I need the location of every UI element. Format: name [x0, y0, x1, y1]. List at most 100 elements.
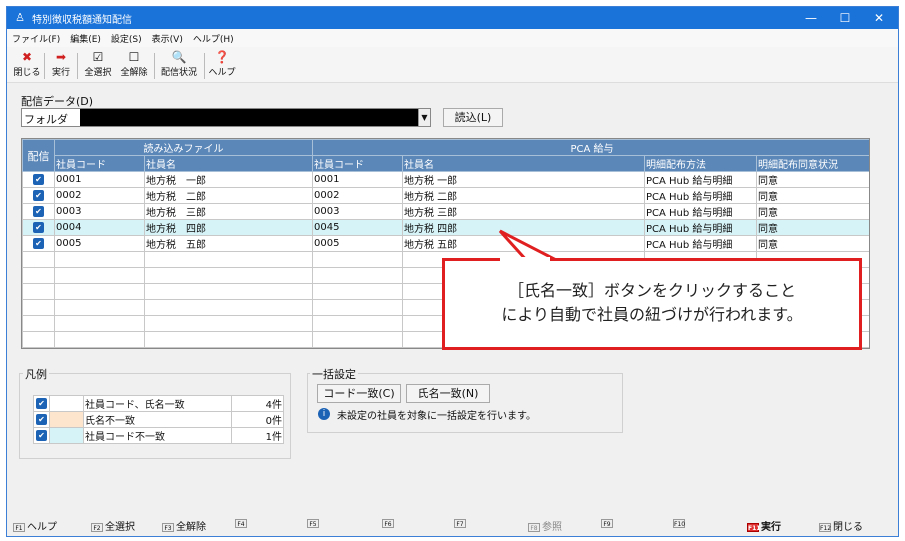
fkey-f12-label: 閉じる — [833, 522, 863, 533]
haishin-checkbox[interactable]: ✔ — [33, 221, 44, 233]
legend-checkbox: ✔ — [36, 429, 47, 441]
fkey-f1-label: ヘルプ — [27, 522, 57, 533]
legend-checkbox: ✔ — [36, 397, 47, 409]
fkey-f7[interactable]: F7 — [454, 518, 468, 529]
fkey-f8[interactable]: F8 参照 — [528, 518, 562, 533]
legend-title: 凡例 — [23, 366, 49, 382]
legend-label: 社員コード、氏名一致 — [83, 395, 232, 412]
legend-row: ✔ 社員コード、氏名一致 4件 — [33, 395, 284, 412]
f7-key-icon: F7 — [454, 518, 466, 528]
toolbar-separator — [77, 53, 78, 79]
toolbar-separator — [44, 53, 45, 79]
f12-key-icon: F12 — [819, 522, 832, 532]
cell-dist-method: PCA Hub 給与明細 — [644, 203, 757, 220]
header-dist-method[interactable]: 明細配布方法 — [644, 155, 757, 172]
menu-settings[interactable]: 設定(S) — [106, 29, 147, 45]
toolbar-deselect-all-button[interactable]: ☐ 全解除 — [117, 50, 151, 80]
header-pca-code[interactable]: 社員コード — [312, 155, 403, 172]
cell-read-code: 0005 — [54, 235, 145, 252]
checkbox-empty-icon: ☐ — [128, 50, 140, 64]
menu-edit[interactable]: 編集(E) — [65, 29, 106, 45]
cell-read-code: 0004 — [54, 219, 145, 236]
cell-dist-method: PCA Hub 給与明細 — [644, 235, 757, 252]
header-dist-consent[interactable]: 明細配布同意状況 — [755, 155, 869, 172]
legend-row: ✔ 氏名不一致 0件 — [33, 411, 284, 428]
cell-dist-consent: 同意 — [755, 171, 869, 188]
f11-key-icon: F11 — [747, 522, 761, 532]
cell-pca-name: 地方税 一郎 — [402, 171, 645, 188]
toolbar-close-label: 閉じる — [13, 68, 41, 78]
read-button[interactable]: 読込(L) — [443, 108, 503, 127]
callout-joint — [500, 257, 550, 261]
toolbar-select-all-button[interactable]: ☑ 全選択 — [81, 50, 115, 80]
menu-view[interactable]: 表示(V) — [147, 29, 188, 45]
code-match-button[interactable]: コード一致(C) — [317, 384, 401, 403]
cell-pca-code: 0005 — [312, 235, 403, 252]
cell-read-code: 0002 — [54, 187, 145, 204]
f9-key-icon: F9 — [601, 518, 613, 528]
magnifier-icon: 🔍 — [171, 50, 187, 64]
maximize-button[interactable]: ☐ — [828, 7, 862, 29]
cell-pca-code: 0001 — [312, 171, 403, 188]
fkey-f4[interactable]: F4 — [235, 518, 249, 529]
toolbar-execute-button[interactable]: ➡ 実行 — [47, 50, 75, 80]
minimize-button[interactable]: — — [794, 7, 828, 29]
header-haishin: 配信 — [22, 139, 55, 172]
toolbar-execute-label: 実行 — [51, 68, 70, 78]
cell-read-name: 地方税 四郎 — [144, 219, 313, 236]
header-pca-name[interactable]: 社員名 — [402, 155, 645, 172]
cell-pca-code: 0003 — [312, 203, 403, 220]
cell-dist-method: PCA Hub 給与明細 — [644, 171, 757, 188]
header-group-pca: PCA 給与 — [311, 139, 869, 156]
toolbar-status-label: 配信状況 — [160, 68, 197, 78]
name-match-button[interactable]: 氏名一致(N) — [406, 384, 490, 403]
haishin-checkbox[interactable]: ✔ — [33, 237, 44, 249]
f1-key-icon: F1 — [13, 522, 25, 532]
toolbar-select-all-label: 全選択 — [84, 68, 112, 78]
cell-dist-consent: 同意 — [755, 219, 869, 236]
toolbar-help-button[interactable]: ❓ ヘルプ — [207, 50, 237, 80]
menu-file[interactable]: ファイル(F) — [7, 29, 65, 45]
fkey-f5[interactable]: F5 — [307, 518, 321, 529]
cell-pca-name: 地方税 二郎 — [402, 187, 645, 204]
arrow-right-icon: ➡ — [55, 50, 67, 64]
cell-pca-code: 0002 — [312, 187, 403, 204]
header-read-name[interactable]: 社員名 — [144, 155, 313, 172]
header-group-read: 読み込みファイル — [54, 139, 313, 156]
table-row[interactable]: ✔ 0004 地方税 四郎 0045 地方税 四郎 PCA Hub 給与明細 同意 — [22, 219, 869, 236]
folder-select[interactable]: フォルダ ▼ — [21, 108, 431, 127]
haishin-checkbox[interactable]: ✔ — [33, 205, 44, 217]
table-row[interactable]: ✔ 0001 地方税 一郎 0001 地方税 一郎 PCA Hub 給与明細 同意 — [22, 171, 869, 188]
legend-count: 4件 — [231, 395, 284, 412]
header-read-code[interactable]: 社員コード — [54, 155, 145, 172]
fkey-f3[interactable]: F3 全解除 — [162, 518, 206, 533]
haishin-checkbox[interactable]: ✔ — [33, 189, 44, 201]
legend-label: 社員コード不一致 — [83, 427, 232, 444]
fkey-f1[interactable]: F1 ヘルプ — [13, 518, 57, 533]
fkey-f12[interactable]: F12 閉じる — [819, 518, 863, 533]
fkey-f9[interactable]: F9 — [601, 518, 615, 529]
menu-bar: ファイル(F) 編集(E) 設定(S) 表示(V) ヘルプ(H) — [7, 29, 898, 47]
fkey-f10[interactable]: F10 — [673, 518, 687, 529]
fkey-f6[interactable]: F6 — [382, 518, 396, 529]
toolbar-status-button[interactable]: 🔍 配信状況 — [157, 50, 201, 80]
table-row[interactable]: ✔ 0002 地方税 二郎 0002 地方税 二郎 PCA Hub 給与明細 同意 — [22, 187, 869, 204]
cell-pca-name: 地方税 三郎 — [402, 203, 645, 220]
function-key-bar: F1 ヘルプ F2 全選択 F3 全解除 F4 F5 F6 F7 F8 参照 F9 F1… — [7, 510, 898, 536]
fkey-f11[interactable]: F11実行 — [747, 518, 781, 533]
menu-help[interactable]: ヘルプ(H) — [188, 29, 239, 45]
cell-read-code: 0003 — [54, 203, 145, 220]
legend-table: ✔ 社員コード、氏名一致 4件 ✔ 氏名不一致 0件 ✔ 社員コード不一致 1件 — [33, 395, 284, 444]
table-row[interactable]: ✔ 0005 地方税 五郎 0005 地方税 五郎 PCA Hub 給与明細 同意 — [22, 235, 869, 252]
close-window-button[interactable]: ✕ — [862, 7, 896, 29]
cell-read-code: 0001 — [54, 171, 145, 188]
window-title: 特別徴収税額通知配信 — [32, 15, 132, 26]
toolbar-close-button[interactable]: ✖ 閉じる — [13, 50, 41, 80]
table-row[interactable]: ✔ 0003 地方税 三郎 0003 地方税 三郎 PCA Hub 給与明細 同意 — [22, 203, 869, 220]
fkey-f2[interactable]: F2 全選択 — [91, 518, 135, 533]
haishin-checkbox[interactable]: ✔ — [33, 173, 44, 185]
toolbar-deselect-all-label: 全解除 — [120, 68, 148, 78]
info-icon: i — [318, 408, 330, 420]
chevron-down-icon[interactable]: ▼ — [418, 109, 430, 126]
legend-checkbox: ✔ — [36, 413, 47, 425]
